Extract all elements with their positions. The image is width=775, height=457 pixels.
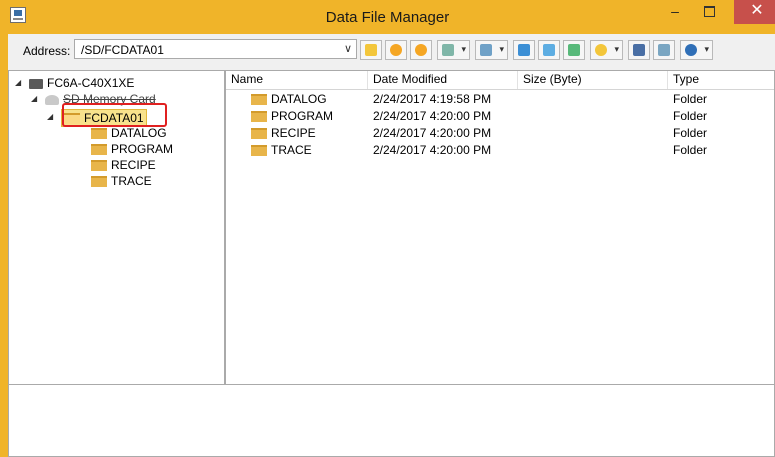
- move-up-icon: [568, 44, 580, 56]
- view-button[interactable]: ▾: [437, 40, 470, 60]
- expand-triangle-icon[interactable]: ◢: [31, 91, 37, 107]
- view-icon: [442, 44, 454, 56]
- chevron-down-icon: ▾: [704, 44, 709, 54]
- expand-triangle-icon[interactable]: ◢: [47, 109, 53, 125]
- row-type: Folder: [673, 109, 708, 123]
- table-row[interactable]: DATALOG 2/24/2017 4:19:58 PM Folder: [226, 91, 774, 108]
- table-row[interactable]: RECIPE 2/24/2017 4:20:00 PM Folder: [226, 125, 774, 142]
- download-button[interactable]: [360, 40, 382, 60]
- column-header-date[interactable]: Date Modified: [368, 71, 518, 89]
- download-icon: [365, 44, 377, 56]
- move-down-icon: [543, 44, 555, 56]
- minimize-button[interactable]: –: [660, 0, 690, 24]
- log-pane[interactable]: [8, 384, 775, 457]
- client-area: Address: /SD/FCDATA01 ∨ ▾ ▾ ▾ ▾ ◢ FC6A-C…: [8, 34, 775, 457]
- window-title: Data File Manager: [325, 9, 450, 26]
- chevron-down-icon: ▾: [461, 44, 466, 54]
- row-date: 2/24/2017 4:19:58 PM: [373, 92, 492, 106]
- list-header: Name Date Modified Size (Byte) Type: [226, 71, 774, 90]
- tree-child-label[interactable]: DATALOG: [111, 126, 167, 140]
- start-button[interactable]: [385, 40, 407, 60]
- folder-icon: [251, 145, 267, 157]
- folder-icon: [91, 160, 107, 172]
- row-name[interactable]: DATALOG: [271, 92, 327, 106]
- database-button[interactable]: [628, 40, 650, 60]
- table-row[interactable]: TRACE 2/24/2017 4:20:00 PM Folder: [226, 142, 774, 159]
- row-type: Folder: [673, 143, 708, 157]
- start-icon: [390, 44, 402, 56]
- row-name[interactable]: RECIPE: [271, 126, 316, 140]
- file-button[interactable]: [653, 40, 675, 60]
- row-type: Folder: [673, 92, 708, 106]
- row-date: 2/24/2017 4:20:00 PM: [373, 143, 492, 157]
- tree-node-child[interactable]: TRACE: [91, 173, 152, 189]
- tree-node-child[interactable]: RECIPE: [91, 157, 156, 173]
- help-icon: [685, 44, 697, 56]
- file-icon: [658, 44, 670, 56]
- table-row[interactable]: PROGRAM 2/24/2017 4:20:00 PM Folder: [226, 108, 774, 125]
- tree-child-label[interactable]: TRACE: [111, 174, 152, 188]
- folder-icon: [91, 144, 107, 156]
- address-combobox[interactable]: /SD/FCDATA01 ∨: [74, 39, 357, 59]
- close-button[interactable]: ✕: [734, 0, 775, 24]
- upload-button[interactable]: [513, 40, 535, 60]
- row-type: Folder: [673, 126, 708, 140]
- settings-icon: [595, 44, 607, 56]
- chevron-down-icon[interactable]: ∨: [344, 42, 352, 55]
- upload-icon: [518, 44, 530, 56]
- sd-card-icon: [45, 94, 59, 105]
- device-icon: [29, 78, 43, 89]
- maximize-icon: [703, 6, 715, 17]
- column-header-size[interactable]: Size (Byte): [518, 71, 668, 89]
- row-date: 2/24/2017 4:20:00 PM: [373, 109, 492, 123]
- file-list[interactable]: Name Date Modified Size (Byte) Type DATA…: [225, 70, 775, 412]
- move-down-button[interactable]: [538, 40, 560, 60]
- view2-button[interactable]: ▾: [475, 40, 508, 60]
- stop-icon: [415, 44, 427, 56]
- folder-icon: [91, 176, 107, 188]
- row-name[interactable]: PROGRAM: [271, 109, 333, 123]
- title-bar[interactable]: Data File Manager – ✕: [0, 0, 775, 34]
- column-header-type[interactable]: Type: [668, 71, 774, 89]
- app-window: Data File Manager – ✕ Address: /SD/FCDAT…: [0, 0, 775, 457]
- row-name[interactable]: TRACE: [271, 143, 312, 157]
- tree-device-label[interactable]: FC6A-C40X1XE: [47, 76, 134, 90]
- column-header-name[interactable]: Name: [226, 71, 368, 89]
- folder-icon: [251, 111, 267, 123]
- row-date: 2/24/2017 4:20:00 PM: [373, 126, 492, 140]
- folder-icon: [251, 94, 267, 106]
- stop-button[interactable]: [410, 40, 432, 60]
- folder-icon: [251, 128, 267, 140]
- expand-triangle-icon[interactable]: ◢: [15, 75, 21, 91]
- tree-node-child[interactable]: PROGRAM: [91, 141, 173, 157]
- address-value[interactable]: /SD/FCDATA01: [81, 43, 164, 57]
- tree-child-label[interactable]: PROGRAM: [111, 142, 173, 156]
- help-button[interactable]: ▾: [680, 40, 713, 60]
- settings-button[interactable]: ▾: [590, 40, 623, 60]
- tree-node-child[interactable]: DATALOG: [91, 125, 167, 141]
- chevron-down-icon: ▾: [499, 44, 504, 54]
- database-icon: [633, 44, 645, 56]
- toolbar: Address: /SD/FCDATA01 ∨ ▾ ▾ ▾ ▾: [8, 34, 775, 66]
- folder-icon: [91, 128, 107, 140]
- address-label: Address:: [23, 44, 71, 58]
- tree-child-label[interactable]: RECIPE: [111, 158, 156, 172]
- maximize-button[interactable]: [694, 0, 724, 24]
- move-up-button[interactable]: [563, 40, 585, 60]
- chevron-down-icon: ▾: [614, 44, 619, 54]
- selection-highlight-annotation: [62, 103, 167, 127]
- view2-icon: [480, 44, 492, 56]
